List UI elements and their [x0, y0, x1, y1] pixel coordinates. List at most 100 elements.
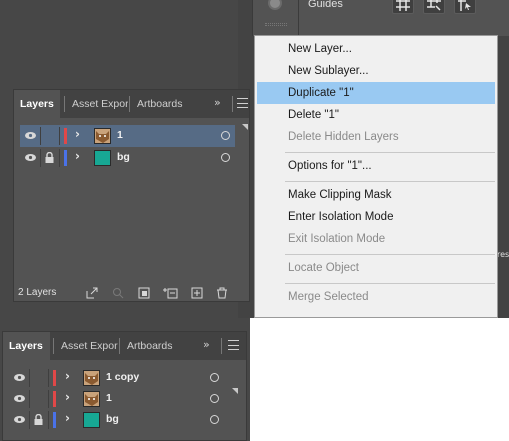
divider: [29, 390, 30, 408]
layer-name[interactable]: 1 copy: [106, 371, 139, 383]
circle-icon[interactable]: [268, 0, 282, 10]
menu-item-new-layer[interactable]: New Layer...: [255, 38, 497, 60]
layer-name[interactable]: 1: [106, 392, 112, 404]
panel-menu-icon[interactable]: [237, 98, 248, 108]
menu-separator: [285, 181, 495, 182]
divider: [40, 127, 41, 145]
divider: [40, 149, 41, 167]
divider: [29, 369, 30, 387]
expand-chevron-icon[interactable]: ›: [65, 411, 70, 425]
tab-divider: [129, 96, 130, 112]
menu-item-merge-selected: Merge Selected: [288, 291, 369, 303]
layer-thumbnail: [94, 128, 111, 144]
tab-divider: [119, 338, 120, 354]
expand-chevron-icon[interactable]: ›: [75, 149, 80, 163]
tab-divider: [64, 96, 65, 112]
target-circle-icon[interactable]: [210, 415, 219, 424]
divider: [48, 411, 49, 429]
new-layer-icon[interactable]: [191, 287, 203, 299]
layer-row[interactable]: › 1: [9, 388, 236, 410]
menu-item-new-sublayer[interactable]: New Sublayer...: [255, 60, 497, 82]
expand-chevron-icon[interactable]: ›: [75, 127, 80, 141]
properties-strip: Guides: [252, 0, 509, 36]
divider: [48, 390, 49, 408]
layer-row[interactable]: › bg: [20, 147, 235, 169]
panel-menu-icon[interactable]: [228, 340, 239, 350]
menu-item-delete[interactable]: Delete "1": [255, 104, 497, 126]
layer-count: 2 Layers: [18, 287, 57, 298]
snap-grid-icon[interactable]: [423, 0, 445, 14]
divider: [48, 369, 49, 387]
lock-icon[interactable]: [34, 414, 43, 425]
layers-panel-top: Layers Asset Expor Artboards » › 1 › bg …: [13, 89, 250, 302]
tab-artboards[interactable]: Artboards: [131, 90, 191, 118]
tab-divider: [232, 96, 233, 112]
menu-item-make-clipping-mask[interactable]: Make Clipping Mask: [255, 184, 497, 206]
grid-icon[interactable]: [392, 0, 414, 14]
tab-asset-export[interactable]: Asset Expor: [66, 90, 128, 118]
menu-separator: [285, 152, 495, 153]
layer-row[interactable]: › 1: [20, 125, 235, 147]
tab-layers[interactable]: Layers: [3, 332, 50, 360]
menu-separator: [285, 254, 495, 255]
layer-color-bar: [64, 150, 67, 166]
divider: [298, 0, 299, 36]
layer-name[interactable]: bg: [117, 151, 130, 163]
corner-indicator: [242, 124, 248, 130]
panel-footer: 2 Layers: [14, 283, 249, 305]
more-tabs-icon[interactable]: »: [214, 96, 221, 109]
layer-color-bar: [53, 412, 56, 428]
lock-icon[interactable]: [45, 152, 54, 163]
snap-point-icon[interactable]: [454, 0, 476, 14]
layer-row[interactable]: › bg: [9, 409, 236, 431]
target-circle-icon[interactable]: [221, 153, 230, 162]
eye-icon[interactable]: [14, 415, 25, 424]
panel-tab-bar: Layers Asset Expor Artboards »: [3, 332, 246, 360]
blank-area: [250, 318, 509, 441]
expand-chevron-icon[interactable]: ›: [65, 369, 70, 383]
divider: [59, 149, 60, 167]
layers-context-menu: New Layer... New Sublayer... Duplicate "…: [254, 35, 498, 318]
layer-thumbnail: [83, 412, 100, 428]
layer-thumbnail: [94, 150, 111, 166]
tab-artboards[interactable]: Artboards: [121, 332, 181, 360]
menu-separator: [285, 283, 495, 284]
divider: [29, 411, 30, 429]
menu-item-delete-hidden-layers: Delete Hidden Layers: [288, 131, 399, 143]
layer-color-bar: [53, 370, 56, 386]
layer-thumbnail: [83, 391, 100, 407]
eye-icon[interactable]: [14, 373, 25, 382]
tab-asset-export[interactable]: Asset Expor: [55, 332, 119, 360]
eye-icon[interactable]: [25, 131, 36, 140]
menu-item-options[interactable]: Options for "1"...: [255, 155, 497, 177]
search-icon[interactable]: [112, 287, 124, 299]
export-icon[interactable]: [86, 287, 98, 299]
trash-icon[interactable]: [216, 287, 228, 299]
target-circle-icon[interactable]: [221, 131, 230, 140]
layer-name[interactable]: 1: [117, 129, 123, 141]
layer-row[interactable]: › 1 copy: [9, 367, 236, 389]
menu-item-enter-isolation-mode[interactable]: Enter Isolation Mode: [255, 206, 497, 228]
grip-handle[interactable]: [265, 23, 287, 26]
divider: [59, 127, 60, 145]
target-circle-icon[interactable]: [210, 373, 219, 382]
menu-item-duplicate[interactable]: Duplicate "1": [257, 82, 495, 104]
eye-icon[interactable]: [14, 394, 25, 403]
menu-item-locate-object: Locate Object: [288, 262, 359, 274]
menu-item-exit-isolation-mode: Exit Isolation Mode: [288, 233, 386, 245]
expand-chevron-icon[interactable]: ›: [65, 390, 70, 404]
layer-color-bar: [64, 128, 67, 144]
tab-divider: [221, 338, 222, 354]
layers-panel-bottom: Layers Asset Expor Artboards » › 1 copy …: [2, 331, 247, 441]
layer-color-bar: [53, 391, 56, 407]
tab-layers[interactable]: Layers: [14, 90, 60, 118]
truncated-label: res: [497, 250, 509, 259]
new-sublayer-icon[interactable]: [162, 287, 178, 299]
panel-tab-bar: Layers Asset Expor Artboards »: [14, 90, 249, 118]
target-circle-icon[interactable]: [210, 394, 219, 403]
clipping-mask-icon[interactable]: [138, 287, 150, 299]
eye-icon[interactable]: [25, 153, 36, 162]
layer-name[interactable]: bg: [106, 413, 119, 425]
more-tabs-icon[interactable]: »: [203, 338, 210, 351]
layer-thumbnail: [83, 370, 100, 386]
